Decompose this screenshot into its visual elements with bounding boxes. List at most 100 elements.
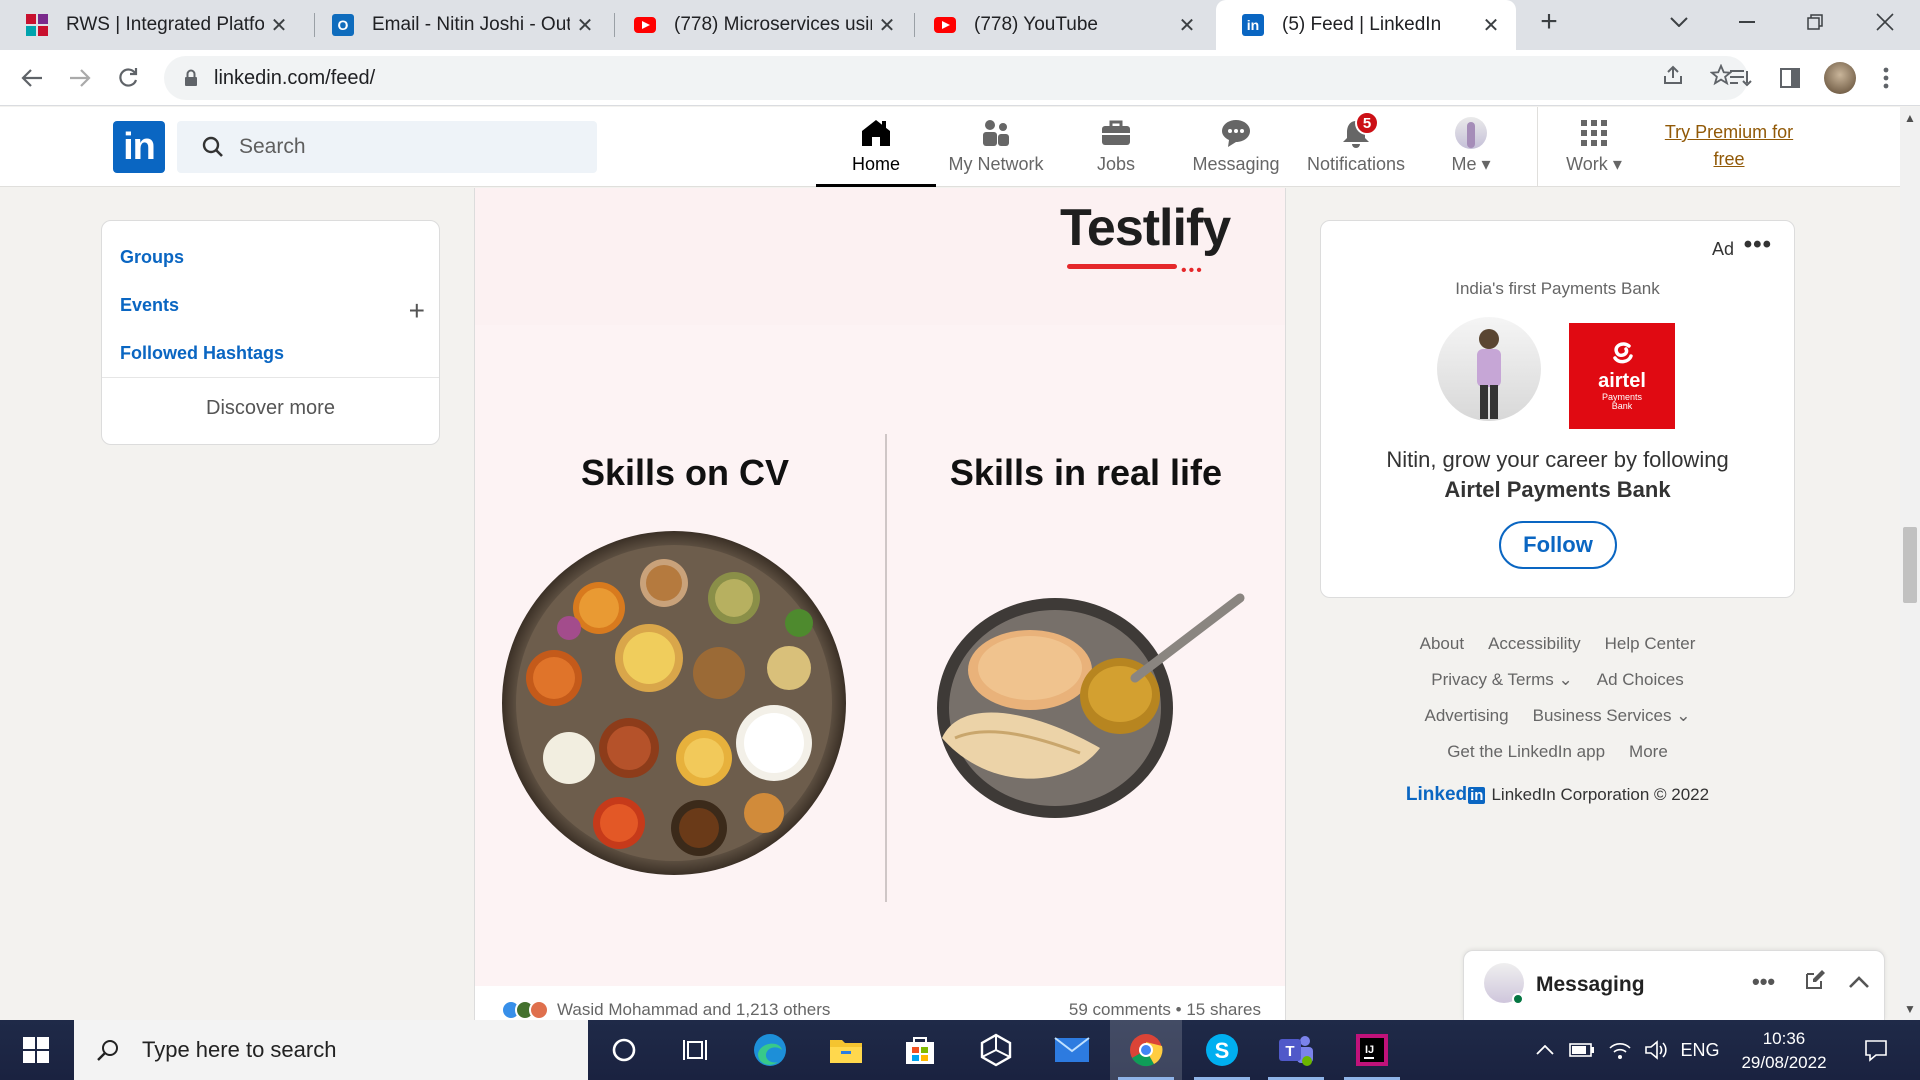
tab-youtube[interactable]: (778) YouTube ✕ xyxy=(908,0,1212,50)
youtube-favicon-icon xyxy=(934,14,956,36)
chrome-icon[interactable] xyxy=(1110,1020,1182,1080)
footer-privacy-terms-link[interactable]: Privacy & Terms ⌄ xyxy=(1431,670,1572,690)
reactions-text: Wasid Mohammad and 1,213 others xyxy=(557,1000,831,1019)
notifications-bell-icon: 5 xyxy=(1339,111,1379,150)
discover-more-button[interactable]: Discover more xyxy=(102,397,439,420)
cortana-icon[interactable] xyxy=(588,1020,660,1080)
tab-close-icon[interactable]: ✕ xyxy=(1476,10,1506,40)
more-options-icon[interactable]: ••• xyxy=(1752,969,1775,995)
events-link[interactable]: Events xyxy=(120,295,179,316)
skype-icon[interactable]: S xyxy=(1186,1020,1258,1080)
tab-youtube-microservices[interactable]: (778) Microservices using ✕ xyxy=(608,0,912,50)
nav-label: Home xyxy=(851,154,900,174)
share-icon[interactable] xyxy=(1662,64,1684,92)
windows-start-button[interactable] xyxy=(0,1020,72,1080)
nav-messaging[interactable]: Messaging xyxy=(1176,107,1296,187)
ad-tagline: India's first Payments Bank xyxy=(1455,279,1660,298)
side-panel-icon[interactable] xyxy=(1770,58,1810,98)
footer-more-link[interactable]: More xyxy=(1629,742,1668,762)
footer-about-link[interactable]: About xyxy=(1420,634,1464,654)
more-options-icon[interactable]: ••• xyxy=(1744,231,1772,259)
input-language[interactable]: ENG xyxy=(1678,1020,1722,1080)
back-arrow-icon[interactable] xyxy=(12,58,52,98)
nav-my-network[interactable]: My Network xyxy=(936,107,1056,187)
nav-work[interactable]: Work ▾ xyxy=(1534,107,1654,187)
battery-icon[interactable] xyxy=(1566,1020,1598,1080)
tab-close-icon[interactable]: ✕ xyxy=(264,10,294,40)
messaging-overlay[interactable]: Messaging ••• xyxy=(1463,950,1885,1020)
nav-label-with-caret: Work ▾ xyxy=(1566,154,1622,175)
mail-icon[interactable] xyxy=(1036,1020,1108,1080)
reading-list-icon[interactable] xyxy=(1720,58,1760,98)
add-event-plus-icon[interactable]: + xyxy=(409,295,425,327)
page-scrollbar[interactable]: ▲ ▼ xyxy=(1900,107,1920,1020)
nav-me[interactable]: Me ▾ xyxy=(1416,107,1526,187)
scroll-up-arrow-icon[interactable]: ▲ xyxy=(1900,111,1920,125)
edge-icon[interactable] xyxy=(734,1020,806,1080)
show-hidden-icons-chevron-icon[interactable] xyxy=(1530,1020,1560,1080)
chevron-down-icon: ⌄ xyxy=(1558,670,1573,689)
try-premium-link[interactable]: Try Premium for free xyxy=(1654,119,1804,173)
comments-shares-count[interactable]: 59 comments • 15 shares xyxy=(1069,1000,1261,1020)
task-view-icon[interactable] xyxy=(660,1020,732,1080)
close-window-icon[interactable] xyxy=(1860,0,1910,44)
forward-arrow-icon[interactable] xyxy=(60,58,100,98)
nav-notifications[interactable]: 5 Notifications xyxy=(1296,107,1416,187)
footer-advertising-link[interactable]: Advertising xyxy=(1425,706,1509,726)
wifi-icon[interactable] xyxy=(1604,1020,1636,1080)
address-bar[interactable]: linkedin.com/feed/ xyxy=(164,56,1748,100)
linkedin-logo[interactable]: in xyxy=(113,121,165,173)
nav-jobs[interactable]: Jobs xyxy=(1056,107,1176,187)
tab-close-icon[interactable]: ✕ xyxy=(872,10,902,40)
browser-menu-icon[interactable] xyxy=(1866,58,1906,98)
svg-text:T: T xyxy=(1285,1043,1294,1060)
tab-close-icon[interactable]: ✕ xyxy=(1172,10,1202,40)
tab-linkedin[interactable]: in (5) Feed | LinkedIn ✕ xyxy=(1216,0,1516,50)
ad-label: Ad xyxy=(1711,239,1734,259)
notification-center-icon[interactable] xyxy=(1850,1020,1902,1080)
post-image[interactable]: Testlify ••• Skills on CV Skills in real… xyxy=(475,188,1285,986)
system-clock[interactable]: 10:36 29/08/2022 xyxy=(1724,1027,1844,1075)
caret-down-icon: ▾ xyxy=(1481,154,1491,174)
tab-outlook[interactable]: O Email - Nitin Joshi - Outlook ✕ xyxy=(306,0,610,50)
logo-name: airtel xyxy=(1598,369,1646,392)
svg-text:S: S xyxy=(1215,1038,1230,1063)
compose-message-icon[interactable] xyxy=(1804,969,1826,997)
search-input[interactable] xyxy=(239,135,579,159)
chevron-up-icon[interactable] xyxy=(1848,969,1870,995)
footer-ad-choices-link[interactable]: Ad Choices xyxy=(1597,670,1684,690)
reactions-summary[interactable]: Wasid Mohammad and 1,213 others xyxy=(501,1000,830,1020)
restore-window-icon[interactable] xyxy=(1790,0,1840,44)
airtel-payments-bank-logo[interactable]: airtel Payments Bank xyxy=(1569,323,1675,429)
search-box[interactable] xyxy=(177,121,597,173)
nav-home[interactable]: Home xyxy=(816,107,936,187)
tab-rws[interactable]: RWS | Integrated Platform ✕ xyxy=(0,0,304,50)
scroll-down-arrow-icon[interactable]: ▼ xyxy=(1900,1002,1920,1016)
browser-profile-avatar[interactable] xyxy=(1820,58,1860,98)
file-explorer-icon[interactable] xyxy=(810,1020,882,1080)
tab-close-icon[interactable]: ✕ xyxy=(570,10,600,40)
scroll-thumb[interactable] xyxy=(1903,527,1917,603)
microsoft-store-icon[interactable] xyxy=(884,1020,956,1080)
footer-help-center-link[interactable]: Help Center xyxy=(1605,634,1696,654)
follow-button[interactable]: Follow xyxy=(1499,521,1617,569)
tab-search-chevron-icon[interactable] xyxy=(1654,0,1704,44)
footer-get-app-link[interactable]: Get the LinkedIn app xyxy=(1447,742,1605,762)
reload-icon[interactable] xyxy=(108,58,148,98)
logo-sub-2: Bank xyxy=(1611,400,1633,411)
taskbar-search-box[interactable]: Type here to search xyxy=(74,1020,588,1080)
minimize-window-icon[interactable] xyxy=(1722,0,1772,44)
new-tab-button[interactable]: + xyxy=(1524,0,1574,44)
footer-accessibility-link[interactable]: Accessibility xyxy=(1488,634,1581,654)
volume-icon[interactable] xyxy=(1640,1020,1672,1080)
intellij-icon[interactable]: IJ xyxy=(1336,1020,1408,1080)
groups-link[interactable]: Groups xyxy=(120,247,184,268)
company-name[interactable]: Airtel Payments Bank xyxy=(1321,475,1794,505)
dev-tool-icon[interactable] xyxy=(960,1020,1032,1080)
link-text: Privacy & Terms xyxy=(1431,670,1554,689)
browser-toolbar: linkedin.com/feed/ xyxy=(0,50,1920,106)
ad-message-text: Nitin, grow your career by following xyxy=(1386,447,1729,472)
teams-icon[interactable]: T xyxy=(1260,1020,1332,1080)
followed-hashtags-link[interactable]: Followed Hashtags xyxy=(120,343,284,364)
footer-business-services-link[interactable]: Business Services ⌄ xyxy=(1533,706,1691,726)
